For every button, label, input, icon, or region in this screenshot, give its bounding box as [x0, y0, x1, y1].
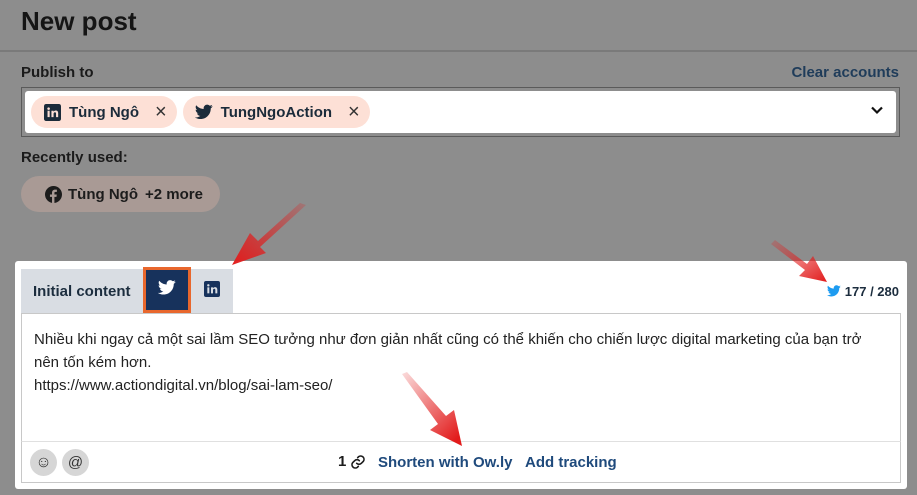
annotation-arrow-icon: [771, 240, 827, 282]
page-header: New post: [0, 0, 917, 52]
link-count: 1: [338, 453, 366, 470]
emoji-icon[interactable]: ☺: [30, 449, 57, 476]
close-icon[interactable]: ×: [155, 102, 167, 122]
clear-accounts-link[interactable]: Clear accounts: [791, 64, 899, 81]
account-chip-label: TungNgoAction: [220, 103, 333, 121]
character-count: 177 / 280: [844, 284, 899, 299]
tab-linkedin[interactable]: [190, 269, 233, 313]
tab-initial-content[interactable]: Initial content: [21, 269, 143, 313]
post-text-line: Nhiều khi ngay cả một sai lầm SEO tưởng …: [34, 331, 866, 371]
linkedin-icon: [43, 103, 61, 121]
link-count-value: 1: [338, 453, 347, 470]
recent-chip-name: Tùng Ngô: [68, 185, 138, 203]
annotation-arrow-icon: [232, 203, 306, 265]
annotation-arrow-icon: [402, 372, 462, 446]
account-chip-linkedin: Tùng Ngô ×: [31, 96, 177, 128]
shorten-link-button[interactable]: Shorten with Ow.ly: [378, 454, 512, 471]
account-selector-inner[interactable]: Tùng Ngô × TungNgoAction ×: [25, 91, 896, 133]
tab-twitter[interactable]: [142, 267, 191, 313]
link-icon: [351, 454, 366, 469]
page-title: New post: [21, 6, 137, 36]
editor-tabs: Initial content: [21, 267, 233, 313]
publish-to-label: Publish to: [21, 64, 94, 81]
twitter-icon: [826, 284, 841, 299]
recent-accounts-chip[interactable]: Tùng Ngô +2 more: [21, 176, 220, 212]
chevron-down-icon[interactable]: [870, 103, 884, 117]
recent-chip-more: +2 more: [144, 185, 203, 203]
twitter-icon: [157, 280, 176, 300]
linkedin-icon: [203, 280, 220, 302]
account-selector[interactable]: Tùng Ngô × TungNgoAction ×: [21, 87, 900, 137]
character-counter: 177 / 280: [826, 284, 899, 299]
twitter-icon: [194, 103, 213, 121]
account-chip-twitter: TungNgoAction ×: [182, 96, 370, 128]
account-chip-label: Tùng Ngô: [69, 103, 139, 121]
recently-used-label: Recently used:: [21, 149, 128, 166]
close-icon[interactable]: ×: [348, 102, 360, 122]
mention-icon[interactable]: @: [62, 449, 89, 476]
facebook-icon: [45, 185, 62, 203]
add-tracking-button[interactable]: Add tracking: [525, 454, 617, 471]
